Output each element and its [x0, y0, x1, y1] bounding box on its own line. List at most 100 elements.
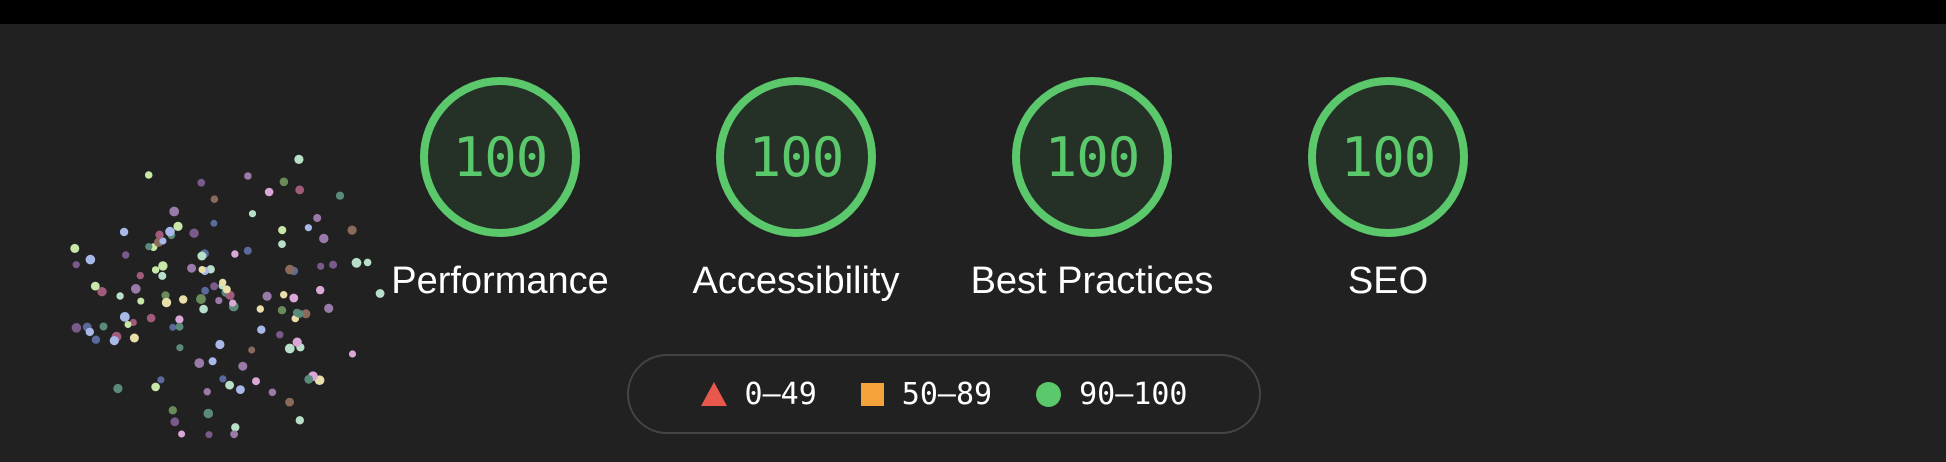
confetti-dot [278, 240, 286, 248]
confetti-dot [131, 284, 141, 294]
confetti-dot [161, 297, 172, 308]
confetti-dot [187, 263, 197, 273]
confetti-dot [122, 251, 130, 259]
gauge-label: Accessibility [692, 260, 900, 302]
confetti-dot [203, 388, 211, 396]
confetti-dot [144, 171, 153, 179]
confetti-dot [279, 177, 289, 187]
confetti-dot [210, 282, 219, 291]
confetti-dot [276, 331, 284, 339]
confetti-dot [175, 322, 184, 331]
confetti-dot [85, 254, 96, 265]
confetti-dot [225, 380, 235, 390]
confetti-dot [129, 333, 139, 343]
legend-item-fail: 0–49 [700, 376, 817, 412]
confetti-dot [119, 227, 129, 237]
confetti-dot [285, 264, 295, 275]
confetti-dot [329, 260, 338, 269]
confetti-dot [236, 385, 245, 394]
confetti-dot [295, 185, 305, 195]
gauge-score: 100 [1340, 125, 1437, 189]
gauge-score: 100 [452, 125, 549, 189]
confetti-dot [280, 291, 288, 299]
confetti-dot [277, 306, 287, 315]
confetti-dot [71, 323, 82, 333]
confetti-dot [285, 397, 294, 407]
confetti-dot [176, 344, 184, 352]
confetti-dot [91, 335, 101, 344]
confetti-dot [119, 312, 130, 322]
triangle-icon [700, 382, 727, 406]
confetti-dot [197, 178, 206, 187]
confetti-dot [194, 358, 205, 368]
confetti-dot [348, 350, 357, 358]
legend-range: 90–100 [1079, 376, 1188, 412]
confetti-dot [196, 294, 206, 304]
confetti-dot [99, 322, 108, 331]
confetti-dot [244, 172, 252, 180]
confetti-dot [173, 221, 183, 231]
confetti-dot [351, 257, 362, 268]
gauge-score: 100 [748, 125, 845, 189]
legend-item-pass: 90–100 [1036, 377, 1187, 412]
confetti-dot [363, 258, 372, 267]
confetti-dot [151, 266, 160, 274]
confetti-dot [252, 377, 260, 386]
confetti-dot [208, 357, 217, 366]
confetti-dot [262, 291, 272, 301]
confetti-dot [289, 293, 299, 303]
confetti-dot [347, 225, 357, 235]
confetti-dot [231, 250, 239, 258]
confetti-dot [199, 304, 208, 314]
confetti-dot [324, 303, 334, 313]
confetti-dot [145, 243, 153, 251]
confetti-dot [146, 313, 156, 323]
confetti-dot [278, 226, 287, 235]
circle-icon [1036, 381, 1062, 407]
gauge-label: Performance [391, 260, 609, 302]
confetti-dot [85, 327, 94, 337]
gauge-accessibility[interactable]: 100 Accessibility [671, 77, 921, 317]
confetti-dot [292, 337, 302, 347]
confetti-dot [316, 285, 325, 295]
confetti-dot [179, 295, 188, 304]
confetti-dot [151, 382, 160, 392]
confetti-dot [165, 226, 175, 237]
confetti-dot [157, 376, 165, 384]
confetti-dot [116, 292, 124, 300]
confetti-dot [230, 430, 239, 439]
confetti-dot [90, 281, 100, 291]
confetti-dot [189, 228, 199, 238]
confetti-dot [158, 261, 168, 271]
confetti-dot [170, 417, 180, 427]
gauge-best-practices[interactable]: 100 Best Practices [967, 77, 1217, 317]
top-bar [0, 0, 1946, 24]
gauge-seo[interactable]: 100 SEO [1263, 77, 1513, 317]
confetti-dot [229, 299, 237, 307]
confetti-dot [264, 187, 274, 197]
confetti-dot [243, 246, 252, 255]
confetti-dot [169, 206, 180, 217]
gauge-performance[interactable]: 100 Performance [375, 77, 625, 317]
confetti-dot [317, 262, 325, 270]
confetti-dot [284, 343, 295, 354]
confetti-dot [175, 315, 184, 324]
legend-range: 0–49 [744, 376, 817, 412]
confetti-dot [215, 297, 223, 305]
confetti-dot [205, 431, 213, 439]
confetti-dot [197, 251, 207, 261]
confetti-dot [313, 214, 322, 222]
confetti-dot [231, 423, 240, 432]
confetti-dot [124, 321, 132, 328]
confetti-dot [222, 285, 231, 294]
confetti-dot [238, 361, 248, 371]
confetti-decoration [70, 154, 385, 439]
square-icon [860, 382, 884, 406]
confetti-dot [155, 230, 164, 239]
confetti-dot [294, 154, 304, 164]
confetti-dot [168, 406, 177, 415]
confetti-dot [335, 191, 345, 200]
confetti-dot [295, 416, 304, 425]
confetti-dot [257, 325, 266, 334]
legend-range: 50–89 [901, 376, 993, 412]
